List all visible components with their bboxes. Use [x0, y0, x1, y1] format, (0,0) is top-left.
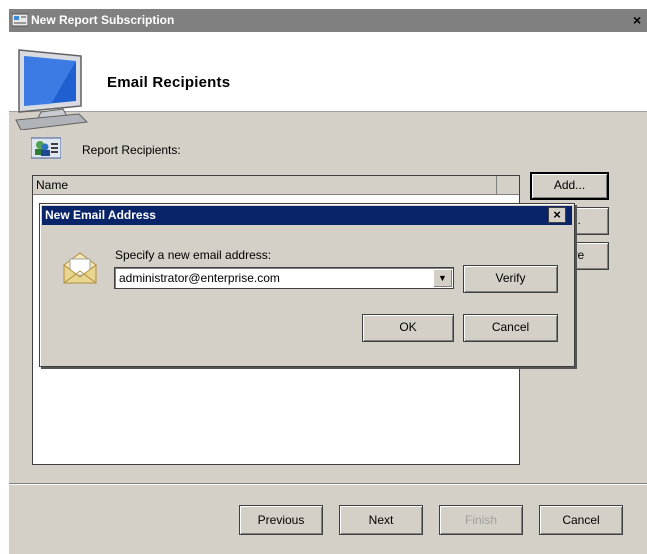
- dialog-close-icon[interactable]: ×: [548, 207, 566, 223]
- add-button[interactable]: Add...: [530, 172, 609, 200]
- dialog-cancel-button[interactable]: Cancel: [463, 314, 558, 342]
- recipients-label: Report Recipients:: [82, 143, 181, 157]
- email-combobox[interactable]: administrator@enterprise.com ▼: [114, 267, 454, 289]
- ok-button[interactable]: OK: [362, 314, 454, 342]
- verify-button[interactable]: Verify: [463, 265, 558, 293]
- window-title: New Report Subscription: [31, 13, 175, 27]
- window-titlebar: New Report Subscription ×: [9, 9, 647, 32]
- column-header-name[interactable]: Name: [33, 176, 497, 195]
- footer-divider: [9, 483, 647, 485]
- dialog-title: New Email Address: [45, 208, 156, 222]
- email-field[interactable]: administrator@enterprise.com: [119, 271, 280, 285]
- column-header-filler: [497, 176, 519, 195]
- dropdown-arrow-icon[interactable]: ▼: [433, 269, 452, 287]
- new-email-dialog: New Email Address × Specify a new email …: [39, 203, 575, 367]
- next-button[interactable]: Next: [339, 505, 423, 535]
- window-icon: [12, 13, 28, 27]
- finish-button[interactable]: Finish: [439, 505, 523, 535]
- wizard-header: Email Recipients: [9, 32, 647, 130]
- wizard-cancel-button[interactable]: Cancel: [539, 505, 623, 535]
- monitor-icon: [15, 49, 89, 130]
- close-icon[interactable]: ×: [633, 9, 647, 32]
- email-prompt-label: Specify a new email address:: [115, 248, 272, 262]
- envelope-icon: [63, 252, 97, 284]
- dialog-titlebar: New Email Address: [42, 206, 572, 225]
- page-title: Email Recipients: [107, 74, 231, 91]
- recipients-icon: [31, 137, 61, 159]
- previous-button[interactable]: Previous: [239, 505, 323, 535]
- wizard-window: New Report Subscription × Email Recipien…: [9, 9, 647, 554]
